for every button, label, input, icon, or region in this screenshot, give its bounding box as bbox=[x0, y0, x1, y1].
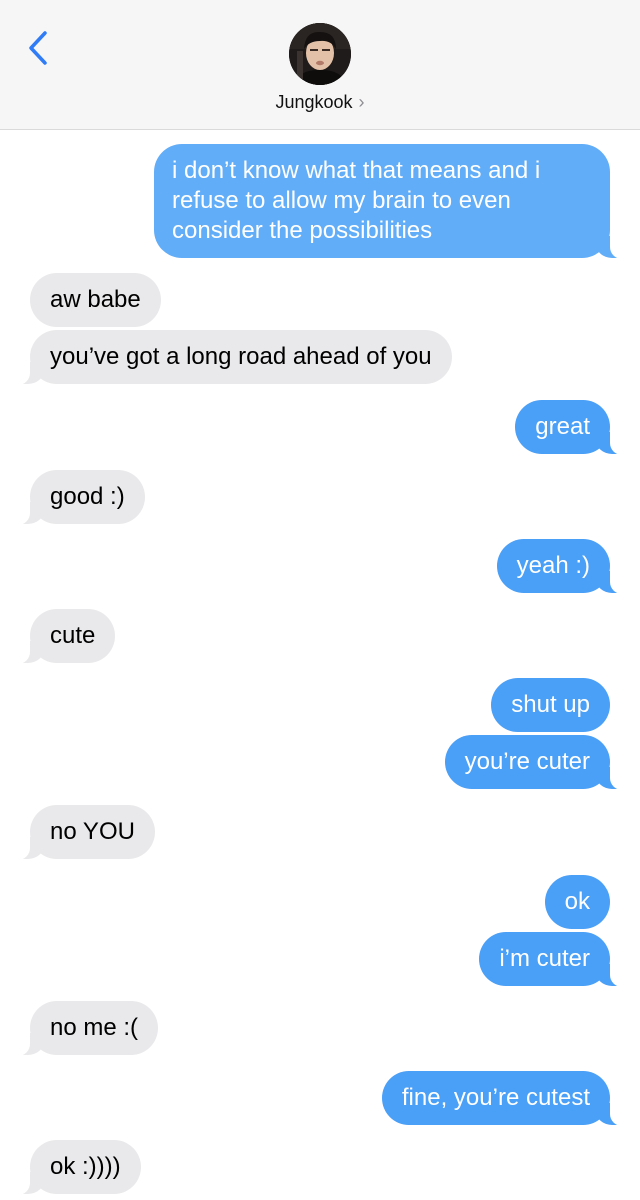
message-bubble-sent[interactable]: ok bbox=[544, 875, 610, 929]
message-text: you’re cuter bbox=[464, 748, 590, 775]
message-bubble-received[interactable]: good :) bbox=[8, 470, 145, 525]
message-text: you’ve got a long road ahead of you bbox=[50, 343, 432, 370]
message-bubble-received[interactable]: no me :( bbox=[7, 1001, 159, 1056]
message-text: i’m cuter bbox=[499, 945, 590, 972]
chevron-right-icon: › bbox=[358, 92, 365, 112]
message-bubble-received[interactable]: aw babe bbox=[30, 273, 161, 327]
message-text: ok :)))) bbox=[50, 1153, 121, 1180]
message-bubble-sent[interactable]: yeah :) bbox=[496, 539, 633, 594]
message-bubble-received[interactable]: cute bbox=[7, 609, 116, 664]
message-text: good :) bbox=[50, 483, 125, 510]
message-text: no YOU bbox=[50, 818, 135, 845]
message-bubble-sent[interactable]: i’m cuter bbox=[479, 932, 632, 987]
message-text: shut up bbox=[511, 691, 590, 718]
back-button[interactable] bbox=[18, 24, 58, 72]
contact-name: Jungkook bbox=[275, 92, 353, 112]
message-text: great bbox=[535, 413, 590, 440]
message-text: fine, you’re cutest bbox=[401, 1084, 590, 1111]
message-bubble-sent[interactable]: great bbox=[515, 400, 632, 455]
message-thread[interactable]: i don’t know what that means and i refus… bbox=[0, 130, 640, 1200]
message-line: i don’t know what that means and i bbox=[172, 157, 541, 184]
contact-photo bbox=[289, 23, 351, 85]
message-text: ok bbox=[564, 888, 590, 915]
chevron-left-icon bbox=[29, 31, 47, 65]
message-bubble-received[interactable]: ok :)))) bbox=[8, 1140, 141, 1195]
contact-name-button[interactable]: Jungkook › bbox=[0, 92, 640, 113]
message-bubble-sent[interactable]: fine, you’re cutest bbox=[381, 1071, 633, 1126]
avatar[interactable] bbox=[289, 23, 351, 85]
message-bubble-received[interactable]: you’ve got a long road ahead of you bbox=[8, 330, 452, 385]
message-line: consider the possibilities bbox=[172, 217, 433, 244]
message-bubble-received[interactable]: no YOU bbox=[8, 805, 155, 860]
message-line: refuse to allow my brain to even bbox=[172, 187, 511, 214]
message-text: no me :( bbox=[50, 1014, 139, 1041]
conversation-header: Jungkook › bbox=[0, 0, 640, 130]
message-bubble-sent[interactable]: shut up bbox=[491, 678, 610, 732]
message-text: aw babe bbox=[50, 286, 141, 313]
message-text: yeah :) bbox=[516, 552, 590, 579]
message-bubble-sent[interactable]: i don’t know what that means and i refus… bbox=[154, 144, 632, 259]
message-text: cute bbox=[50, 622, 96, 649]
message-bubble-sent[interactable]: you’re cuter bbox=[444, 735, 633, 790]
